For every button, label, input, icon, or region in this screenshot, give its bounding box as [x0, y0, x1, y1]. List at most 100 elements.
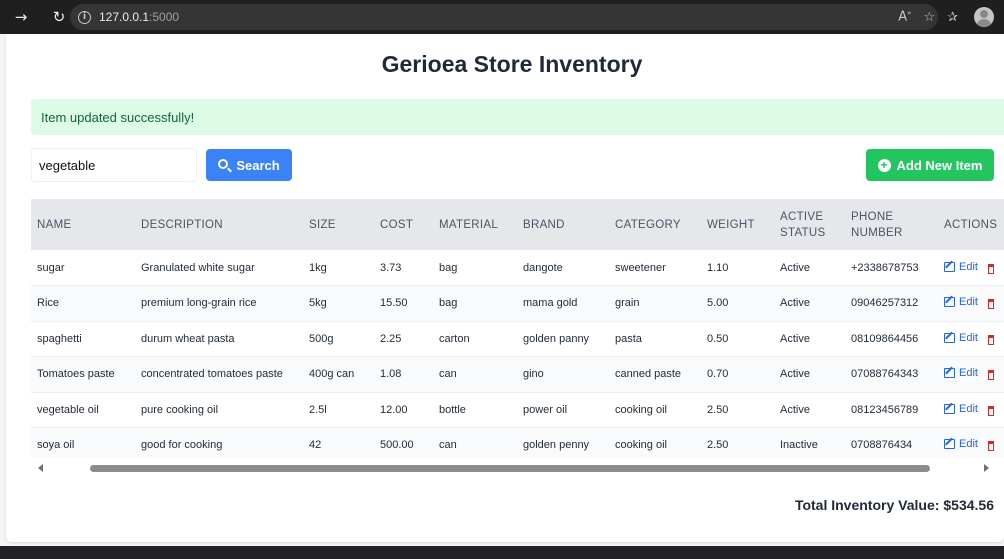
column-header: COST: [374, 199, 433, 250]
table-row: Rice premium long-grain rice 5kg 15.50 bag ma…: [31, 285, 1004, 322]
inventory-table: NAME DESCRIPTION SIZE COST MATERIAL BRAN…: [31, 199, 1004, 458]
scroll-right-arrow-icon[interactable]: [984, 464, 989, 472]
table-cell: durum wheat pasta: [135, 321, 303, 357]
edit-label: Edit: [959, 331, 978, 344]
table-cell: Active: [774, 356, 845, 393]
plus-circle-icon: +: [877, 158, 891, 172]
edit-icon: [944, 403, 955, 414]
table-cell: cooking oil: [609, 427, 701, 458]
table-cell: 09046257312: [845, 285, 938, 322]
table-cell: can: [433, 427, 517, 458]
reload-icon[interactable]: ↻: [47, 8, 71, 26]
table-cell: 2.25: [374, 321, 433, 357]
table-cell: bag: [433, 285, 517, 322]
edit-label: Edit: [959, 402, 978, 415]
table-cell: Tomatoes paste: [31, 356, 135, 393]
table-cell: 08123456789: [845, 392, 938, 428]
favorites-list-icon[interactable]: ✰: [947, 10, 958, 25]
inventory-table-container: NAME DESCRIPTION SIZE COST MATERIAL BRAN…: [31, 199, 1004, 458]
table-cell: 15.50: [374, 285, 433, 322]
delete-trash-icon[interactable]: [987, 441, 994, 452]
actions-cell: Edit: [938, 250, 1004, 286]
edit-label: Edit: [959, 296, 978, 309]
delete-trash-icon[interactable]: [987, 405, 994, 416]
table-cell: premium long-grain rice: [135, 285, 303, 322]
delete-trash-icon[interactable]: [987, 370, 994, 381]
edit-link[interactable]: Edit: [944, 367, 978, 379]
search-input[interactable]: [31, 148, 197, 182]
table-cell: 1.08: [374, 356, 433, 393]
delete-trash-icon[interactable]: [987, 263, 994, 274]
table-cell: Active: [774, 285, 845, 322]
forward-arrow-icon[interactable]: →: [9, 8, 33, 26]
table-cell: Active: [774, 392, 845, 428]
table-row: vegetable oil pure cooking oil 2.5l 12.00 bo…: [31, 392, 1004, 428]
table-cell: pure cooking oil: [135, 392, 303, 428]
delete-trash-icon[interactable]: [987, 334, 994, 345]
table-cell: gino: [517, 356, 609, 393]
column-header: SIZE: [303, 199, 374, 250]
edit-link[interactable]: Edit: [944, 261, 978, 273]
search-button[interactable]: Search: [206, 149, 292, 181]
add-new-item-button[interactable]: + Add New Item: [866, 149, 994, 181]
favorite-star-icon[interactable]: ☆: [923, 10, 935, 25]
edit-icon: [944, 297, 955, 308]
site-info-icon[interactable]: i: [78, 10, 91, 24]
edit-link[interactable]: Edit: [944, 332, 978, 344]
search-icon: [218, 159, 229, 169]
table-cell: 42: [303, 427, 374, 458]
table-row: sugar Granulated white sugar 1kg 3.73 bag dan…: [31, 250, 1004, 286]
add-new-item-label: Add New Item: [896, 157, 983, 173]
table-cell: concentrated tomatoes paste: [135, 356, 303, 393]
table-cell: can: [433, 356, 517, 393]
profile-avatar[interactable]: [974, 7, 994, 27]
horizontal-scrollbar[interactable]: [31, 459, 1004, 477]
column-header: MATERIAL: [433, 199, 517, 250]
column-header: CATEGORY: [609, 199, 701, 250]
column-header: WEIGHT: [701, 199, 774, 250]
table-cell: 5.00: [701, 285, 774, 322]
edit-icon: [944, 368, 955, 379]
table-cell: golden panny: [517, 321, 609, 357]
actions-cell: Edit: [938, 321, 1004, 357]
table-header-row: NAME DESCRIPTION SIZE COST MATERIAL BRAN…: [31, 199, 1004, 250]
scroll-left-arrow-icon[interactable]: [38, 464, 43, 472]
column-header: DESCRIPTION: [135, 199, 303, 250]
edit-label: Edit: [959, 260, 978, 273]
edit-link[interactable]: Edit: [944, 403, 978, 415]
edit-link[interactable]: Edit: [944, 438, 978, 450]
table-body: sugar Granulated white sugar 1kg 3.73 bag dan…: [31, 250, 1004, 458]
actions-cell: Edit: [938, 356, 1004, 393]
table-cell: soya oil: [31, 427, 135, 458]
browser-toolbar: → ↻ i 127.0.0.1:5000 A» ☆ ✰: [0, 0, 1004, 34]
success-alert: Item updated successfully!: [31, 99, 1004, 135]
table-cell: bottle: [433, 392, 517, 428]
table-cell: 1.10: [701, 250, 774, 286]
edit-link[interactable]: Edit: [944, 296, 978, 308]
address-bar[interactable]: i 127.0.0.1:5000: [70, 4, 938, 30]
table-cell: 0.70: [701, 356, 774, 393]
total-label: Total Inventory Value:: [794, 497, 940, 513]
delete-trash-icon[interactable]: [987, 299, 994, 310]
table-cell: 5kg: [303, 285, 374, 322]
column-header: PHONE NUMBER: [845, 199, 938, 250]
column-header: BRAND: [517, 199, 609, 250]
table-cell: pasta: [609, 321, 701, 357]
table-cell: sugar: [31, 250, 135, 286]
page-viewport: Gerioea Store Inventory Item updated suc…: [0, 34, 1004, 546]
table-cell: Active: [774, 250, 845, 286]
edit-icon: [944, 261, 955, 272]
table-row: soya oil good for cooking 42 500.00 can golde…: [31, 427, 1004, 458]
total-inventory-value: Total Inventory Value: $534.56: [795, 497, 994, 513]
table-cell: 500.00: [374, 427, 433, 458]
url-port: :5000: [149, 10, 180, 24]
table-cell: power oil: [517, 392, 609, 428]
table-cell: 0.50: [701, 321, 774, 357]
table-cell: mama gold: [517, 285, 609, 322]
search-button-label: Search: [236, 157, 280, 173]
actions-cell: Edit: [938, 427, 1004, 458]
edit-icon: [944, 332, 955, 343]
table-cell: Active: [774, 321, 845, 357]
scrollbar-thumb[interactable]: [90, 465, 930, 472]
read-aloud-icon[interactable]: A»: [898, 9, 911, 24]
